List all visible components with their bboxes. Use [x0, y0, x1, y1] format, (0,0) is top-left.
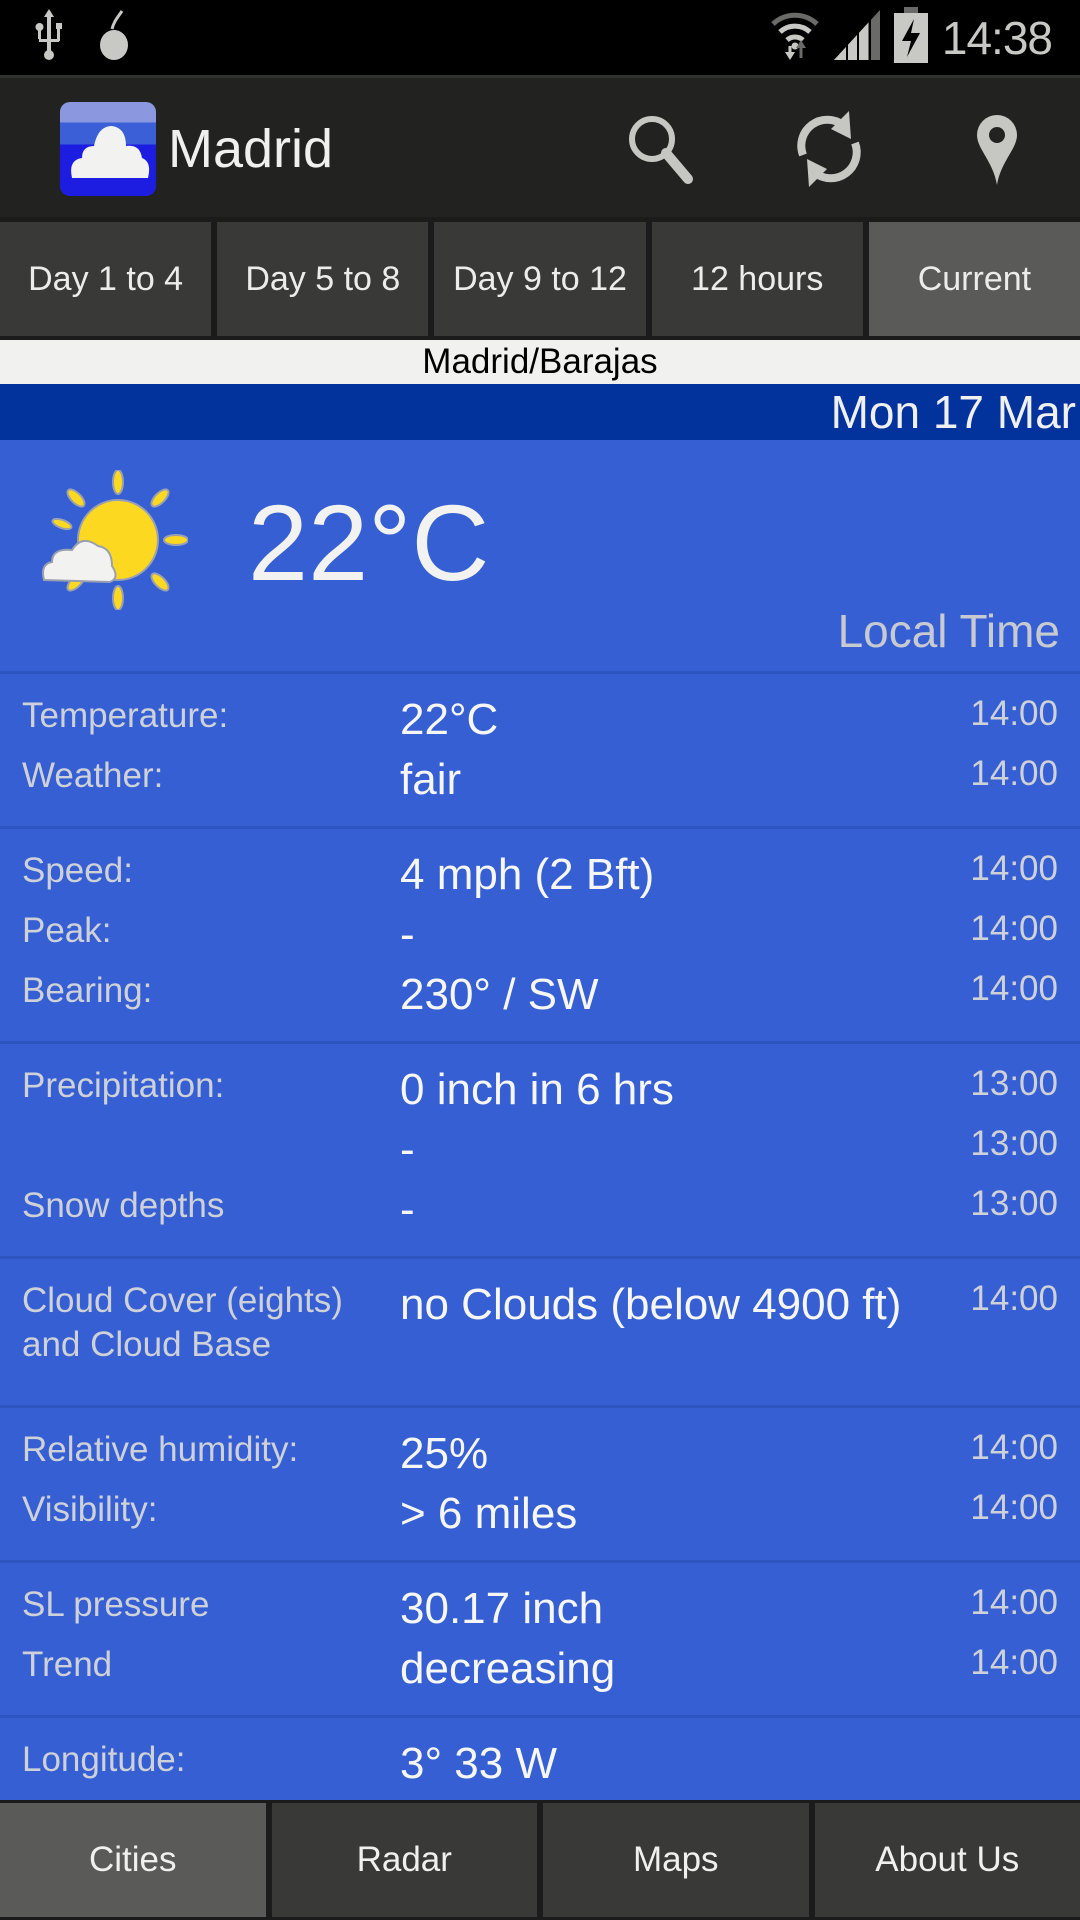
row-value: 22°C [400, 695, 499, 744]
tab-day-9-to-12[interactable]: Day 9 to 12 [434, 222, 646, 336]
table-row: SL pressure 30.17 inch 14:00 [0, 1577, 1080, 1637]
tab-day-5-to-8[interactable]: Day 5 to 8 [217, 222, 429, 336]
row-value: 40° 27 N [400, 1792, 920, 1800]
refresh-icon [793, 110, 865, 192]
row-label: Cloud Cover (eights) and Cloud Base [22, 1281, 343, 1364]
row-label: Temperature: [22, 696, 229, 735]
row-value: fair [400, 755, 462, 804]
row-time: 14:00 [970, 694, 1058, 733]
onion-icon [96, 9, 132, 66]
row-label: Longitude: [22, 1740, 186, 1779]
temperature-group: Temperature: 22°C 14:00 Weather: fair 14… [0, 674, 1080, 829]
current-summary: 22°C Local Time [0, 440, 1080, 674]
date-header: Mon 17 Mar [0, 384, 1080, 440]
search-button[interactable] [616, 106, 706, 196]
row-value: - [400, 1125, 415, 1174]
row-time: 14:00 [970, 1488, 1058, 1527]
row-time: 14:00 [970, 1583, 1058, 1622]
table-row: Trend decreasing 14:00 [0, 1637, 1080, 1697]
row-value: 0 inch in 6 hrs [400, 1065, 674, 1114]
table-row: Weather: fair 14:00 [0, 748, 1080, 808]
row-time: 14:00 [970, 969, 1058, 1008]
action-bar: Madrid [0, 75, 1080, 217]
row-label: Peak: [22, 911, 112, 950]
table-row: Speed: 4 mph (2 Bft) 14:00 [0, 843, 1080, 903]
battery-charging-icon [893, 7, 928, 68]
partly-sunny-icon [38, 469, 189, 611]
row-time: 14:00 [970, 754, 1058, 793]
nav-cities[interactable]: Cities [0, 1803, 266, 1917]
search-icon [626, 113, 696, 190]
bottom-nav: Cities Radar Maps About Us [0, 1800, 1080, 1920]
table-row: Temperature: 22°C 14:00 [0, 688, 1080, 748]
coordinates-group: Longitude: 3° 33 W Latitude: 40° 27 N [0, 1718, 1080, 1800]
row-label: Visibility: [22, 1490, 158, 1529]
row-label: SL pressure [22, 1585, 210, 1624]
row-label: Weather: [22, 756, 164, 795]
row-time: 14:00 [970, 1279, 1058, 1318]
app-title: Madrid [168, 119, 334, 179]
row-time: 14:00 [970, 1643, 1058, 1682]
tab-12-hours[interactable]: 12 hours [651, 222, 863, 336]
nav-radar[interactable]: Radar [271, 1803, 537, 1917]
table-row: Longitude: 3° 33 W [0, 1732, 1080, 1792]
row-value: 4 mph (2 Bft) [400, 850, 655, 899]
pressure-group: SL pressure 30.17 inch 14:00 Trend decre… [0, 1563, 1080, 1718]
nav-maps[interactable]: Maps [543, 1803, 809, 1917]
precipitation-group: Precipitation: 0 inch in 6 hrs 13:00 - 1… [0, 1044, 1080, 1259]
table-row: Relative humidity: 25% 14:00 [0, 1422, 1080, 1482]
refresh-button[interactable] [784, 106, 874, 196]
tab-day-1-to-4[interactable]: Day 1 to 4 [0, 222, 212, 336]
local-time-label: Local Time [837, 605, 1060, 657]
row-label: Snow depths [22, 1186, 225, 1225]
row-value: - [400, 910, 415, 959]
table-row: Latitude: 40° 27 N [0, 1792, 1080, 1800]
row-time: 14:00 [970, 1428, 1058, 1467]
wifi-icon [770, 8, 820, 67]
row-time: 14:00 [970, 909, 1058, 948]
cloud-group: Cloud Cover (eights) and Cloud Base no C… [0, 1259, 1080, 1408]
table-row: - 13:00 [0, 1118, 1080, 1178]
status-bar: 14:38 [0, 0, 1080, 75]
forecast-tabs: Day 1 to 4 Day 5 to 8 Day 9 to 12 12 hou… [0, 217, 1080, 340]
nav-about-us[interactable]: About Us [814, 1803, 1080, 1917]
usb-icon [34, 9, 64, 66]
location-pin-icon [975, 113, 1019, 190]
row-value: decreasing [400, 1644, 616, 1693]
current-conditions-panel[interactable]: 22°C Local Time Temperature: 22°C 14:00 … [0, 440, 1080, 1800]
status-time: 14:38 [941, 11, 1053, 64]
station-name: Madrid/Barajas [0, 340, 1080, 384]
row-label: Precipitation: [22, 1066, 225, 1105]
location-button[interactable] [952, 106, 1042, 196]
row-time: 13:00 [970, 1124, 1058, 1163]
table-row: Cloud Cover (eights) and Cloud Base no C… [0, 1273, 1080, 1387]
row-time: 14:00 [970, 849, 1058, 888]
table-row: Snow depths - 13:00 [0, 1178, 1080, 1238]
row-time: 13:00 [970, 1184, 1058, 1223]
table-row: Precipitation: 0 inch in 6 hrs 13:00 [0, 1058, 1080, 1118]
cloud-app-icon[interactable] [60, 102, 156, 196]
row-value: 3° 33 W [400, 1739, 557, 1788]
current-temperature: 22°C [248, 482, 490, 603]
row-value: 25% [400, 1429, 489, 1478]
table-row: Visibility: > 6 miles 14:00 [0, 1482, 1080, 1542]
signal-icon [833, 10, 880, 65]
row-label: Relative humidity: [22, 1430, 299, 1469]
row-value: > 6 miles [400, 1489, 578, 1538]
row-time: 13:00 [970, 1064, 1058, 1103]
table-row: Peak: - 14:00 [0, 903, 1080, 963]
row-value: 30.17 inch [400, 1584, 604, 1633]
row-label: Bearing: [22, 971, 153, 1010]
row-value: no Clouds (below 4900 ft) [400, 1280, 902, 1329]
tab-current[interactable]: Current [868, 222, 1080, 336]
row-value: 230° / SW [400, 970, 599, 1019]
row-label: Speed: [22, 851, 133, 890]
table-row: Bearing: 230° / SW 14:00 [0, 963, 1080, 1023]
humidity-group: Relative humidity: 25% 14:00 Visibility:… [0, 1408, 1080, 1563]
row-label: Trend [22, 1645, 113, 1684]
wind-group: Speed: 4 mph (2 Bft) 14:00 Peak: - 14:00… [0, 829, 1080, 1044]
row-value: - [400, 1185, 415, 1234]
